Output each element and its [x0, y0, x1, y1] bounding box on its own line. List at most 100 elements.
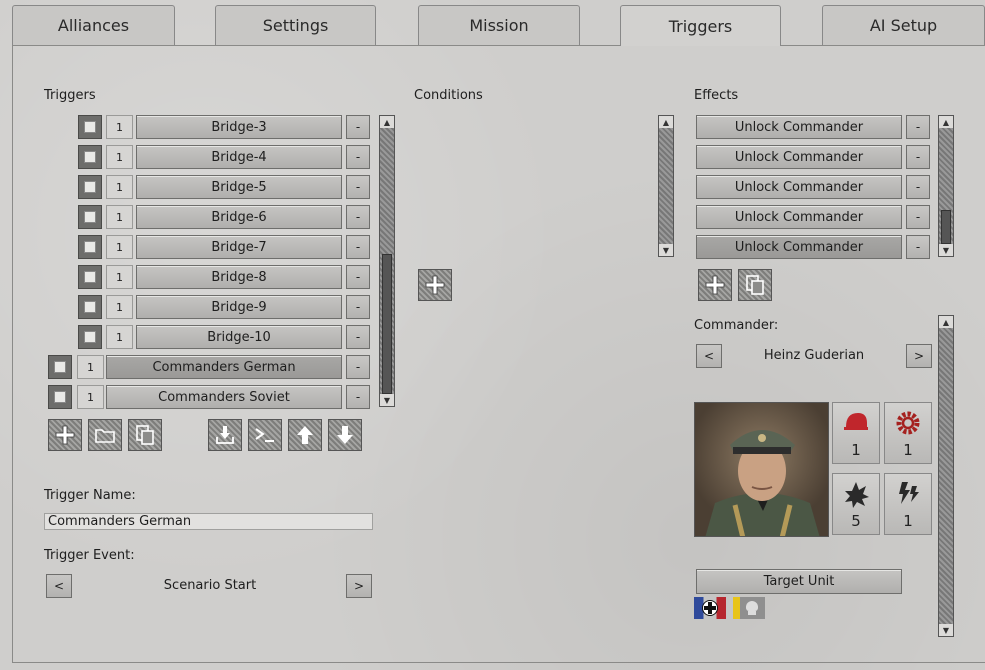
scroll-up-icon[interactable]: ▲: [380, 116, 394, 128]
tab-triggers[interactable]: Triggers: [620, 5, 781, 46]
conditions-scrollbar[interactable]: ▲ ▼: [658, 115, 674, 257]
trigger-enabled-checkbox[interactable]: [78, 145, 102, 169]
trigger-row-button[interactable]: Bridge-3: [136, 115, 342, 139]
tab-alliances[interactable]: Alliances: [12, 5, 175, 45]
move-up-button[interactable]: [288, 419, 322, 451]
trigger-enabled-checkbox[interactable]: [78, 295, 102, 319]
commander-portrait: [694, 402, 829, 537]
effect-row-button[interactable]: Unlock Commander: [696, 235, 902, 259]
event-next-button[interactable]: >: [346, 574, 372, 598]
trigger-name-label: Trigger Name:: [44, 488, 136, 503]
trigger-row-button[interactable]: Bridge-9: [136, 295, 342, 319]
trigger-row-button[interactable]: Bridge-10: [136, 325, 342, 349]
commander-scrollbar[interactable]: ▲ ▼: [938, 315, 954, 637]
trigger-row-button[interactable]: Commanders Soviet: [106, 385, 342, 409]
add-icon: [705, 275, 725, 295]
scroll-down-icon[interactable]: ▼: [380, 394, 394, 406]
trigger-remove-button[interactable]: -: [346, 205, 370, 229]
trigger-enabled-checkbox[interactable]: [48, 385, 72, 409]
effect-remove-button[interactable]: -: [906, 145, 930, 169]
triggers-scrollbar[interactable]: ▲ ▼: [379, 115, 395, 407]
stat-value: 1: [903, 441, 913, 459]
trigger-row-button[interactable]: Bridge-4: [136, 145, 342, 169]
tab-ai-setup[interactable]: AI Setup: [822, 5, 985, 45]
trigger-remove-button[interactable]: -: [346, 325, 370, 349]
trigger-count: 1: [77, 385, 104, 409]
commander-prev-button[interactable]: <: [696, 344, 722, 368]
folder-icon: [95, 429, 115, 443]
trigger-enabled-checkbox[interactable]: [78, 235, 102, 259]
stat-value: 1: [903, 512, 913, 530]
trigger-count: 1: [77, 355, 104, 379]
copy-icon: [136, 425, 154, 445]
add-condition-button[interactable]: [418, 269, 452, 301]
trigger-count: 1: [106, 325, 133, 349]
trigger-enabled-checkbox[interactable]: [48, 355, 72, 379]
explosion-icon: [845, 482, 869, 508]
stat-value: 5: [851, 512, 861, 530]
lightning-icon: [899, 482, 919, 504]
trigger-row-button[interactable]: Bridge-7: [136, 235, 342, 259]
axis-skull-flag[interactable]: [733, 597, 765, 619]
effect-remove-button[interactable]: -: [906, 235, 930, 259]
effect-remove-button[interactable]: -: [906, 115, 930, 139]
scroll-down-icon[interactable]: ▼: [659, 244, 673, 256]
trigger-remove-button[interactable]: -: [346, 265, 370, 289]
trigger-remove-button[interactable]: -: [346, 385, 370, 409]
scroll-down-icon[interactable]: ▼: [939, 624, 953, 636]
trigger-remove-button[interactable]: -: [346, 175, 370, 199]
scroll-thumb[interactable]: [941, 210, 951, 244]
tab-mission[interactable]: Mission: [418, 5, 580, 45]
scroll-up-icon[interactable]: ▲: [939, 316, 953, 328]
trigger-row-button[interactable]: Commanders German: [106, 355, 342, 379]
tab-settings[interactable]: Settings: [215, 5, 376, 45]
effect-remove-button[interactable]: -: [906, 205, 930, 229]
trigger-row-button[interactable]: Bridge-5: [136, 175, 342, 199]
trigger-enabled-checkbox[interactable]: [78, 325, 102, 349]
add-effect-button[interactable]: [698, 269, 732, 301]
trigger-enabled-checkbox[interactable]: [78, 115, 102, 139]
german-cross-flag[interactable]: [694, 597, 726, 619]
scroll-thumb[interactable]: [382, 254, 392, 394]
console-button[interactable]: [248, 419, 282, 451]
effects-scrollbar[interactable]: ▲ ▼: [938, 115, 954, 257]
trigger-count: 1: [106, 145, 133, 169]
trigger-row-button[interactable]: Bridge-8: [136, 265, 342, 289]
stat-card-helmet: 1: [832, 402, 880, 464]
trigger-event-value: Scenario Start: [163, 578, 257, 593]
effect-row-button[interactable]: Unlock Commander: [696, 145, 902, 169]
trigger-remove-button[interactable]: -: [346, 295, 370, 319]
move-down-button[interactable]: [328, 419, 362, 451]
stat-card-explosion: 5: [832, 473, 880, 535]
trigger-remove-button[interactable]: -: [346, 355, 370, 379]
trigger-enabled-checkbox[interactable]: [78, 205, 102, 229]
trigger-row-button[interactable]: Bridge-6: [136, 205, 342, 229]
effect-remove-button[interactable]: -: [906, 175, 930, 199]
trigger-remove-button[interactable]: -: [346, 235, 370, 259]
add-icon: [55, 425, 75, 445]
import-button[interactable]: [208, 419, 242, 451]
commander-label: Commander:: [694, 318, 779, 333]
trigger-count: 1: [106, 235, 133, 259]
effect-row-button[interactable]: Unlock Commander: [696, 175, 902, 199]
trigger-count: 1: [106, 175, 133, 199]
trigger-count: 1: [106, 115, 133, 139]
copy-effect-button[interactable]: [738, 269, 772, 301]
scroll-down-icon[interactable]: ▼: [939, 244, 953, 256]
effect-row-button[interactable]: Unlock Commander: [696, 205, 902, 229]
copy-trigger-button[interactable]: [128, 419, 162, 451]
scroll-up-icon[interactable]: ▲: [659, 116, 673, 128]
trigger-enabled-checkbox[interactable]: [78, 265, 102, 289]
trigger-remove-button[interactable]: -: [346, 145, 370, 169]
triggers-heading: Triggers: [44, 88, 96, 103]
effect-row-button[interactable]: Unlock Commander: [696, 115, 902, 139]
commander-next-button[interactable]: >: [906, 344, 932, 368]
trigger-enabled-checkbox[interactable]: [78, 175, 102, 199]
add-trigger-button[interactable]: [48, 419, 82, 451]
target-unit-button[interactable]: Target Unit: [696, 569, 902, 594]
trigger-name-field[interactable]: Commanders German: [44, 513, 373, 530]
scroll-up-icon[interactable]: ▲: [939, 116, 953, 128]
event-prev-button[interactable]: <: [46, 574, 72, 598]
open-folder-button[interactable]: [88, 419, 122, 451]
trigger-remove-button[interactable]: -: [346, 115, 370, 139]
